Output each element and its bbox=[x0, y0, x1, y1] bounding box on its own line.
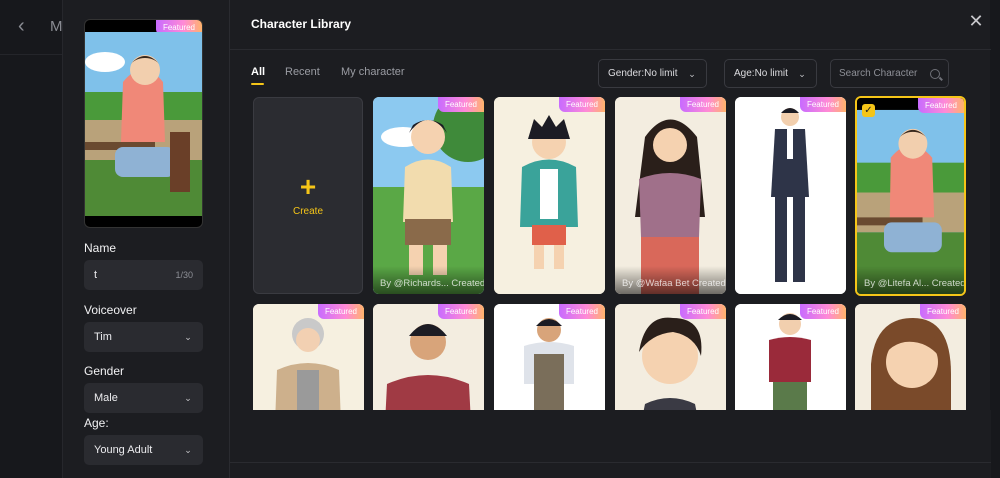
back-arrow-icon[interactable]: ‹ bbox=[18, 16, 38, 36]
character-card[interactable]: Featured bbox=[615, 304, 726, 424]
character-illustration bbox=[494, 97, 605, 294]
gender-select[interactable]: Male ⌄ bbox=[84, 383, 203, 413]
character-illustration bbox=[857, 98, 964, 294]
chevron-down-icon: ⌄ bbox=[798, 68, 806, 79]
name-label: Name bbox=[84, 241, 117, 255]
voiceover-select[interactable]: Tim ⌄ bbox=[84, 322, 203, 352]
card-byline: By @Litefa Al... Created bbox=[857, 266, 964, 294]
character-card[interactable]: Featured bbox=[494, 97, 605, 294]
search-icon[interactable] bbox=[930, 68, 940, 79]
chevron-down-icon: ⌄ bbox=[184, 393, 192, 403]
create-label: Create bbox=[292, 206, 323, 217]
character-illustration bbox=[373, 97, 484, 294]
name-char-count: 1/30 bbox=[175, 270, 193, 280]
gender-value: Male bbox=[94, 392, 118, 404]
voiceover-value: Tim bbox=[94, 331, 112, 343]
gender-filter-dropdown[interactable]: Gender:No limit ⌄ bbox=[598, 59, 707, 88]
character-settings-panel: Featured Name t 1/30 Voiceover Tim ⌄ Gen… bbox=[63, 0, 230, 478]
character-illustration bbox=[615, 97, 726, 294]
featured-badge: Featured bbox=[919, 304, 966, 319]
card-byline: By @Wafaa Bet Created bbox=[615, 266, 726, 294]
modal-title: Character Library bbox=[251, 17, 352, 31]
name-input[interactable]: t 1/30 bbox=[84, 260, 203, 290]
featured-badge: Featured bbox=[317, 304, 364, 319]
character-card[interactable]: Featured bbox=[494, 304, 605, 424]
character-card[interactable]: Featured bbox=[373, 304, 484, 424]
search-input[interactable] bbox=[839, 68, 929, 79]
chevron-down-icon: ⌄ bbox=[184, 332, 192, 342]
background-sidebar bbox=[0, 0, 62, 478]
character-card[interactable]: Featured bbox=[253, 304, 364, 424]
character-card[interactable]: Featured bbox=[735, 97, 846, 294]
age-value: Young Adult bbox=[94, 444, 153, 456]
background-divider bbox=[0, 54, 62, 55]
active-tab-indicator bbox=[251, 83, 264, 85]
character-card[interactable]: Featured By @Wafaa Bet Created bbox=[615, 97, 726, 294]
library-footer bbox=[230, 410, 991, 478]
featured-badge: Featured bbox=[799, 97, 846, 112]
chevron-down-icon: ⌄ bbox=[688, 68, 696, 79]
featured-badge: Featured bbox=[679, 304, 726, 319]
character-card-selected[interactable]: ✓ Featured By @Litefa Al... Created bbox=[855, 96, 966, 296]
plus-icon: + bbox=[299, 171, 317, 202]
age-select[interactable]: Young Adult ⌄ bbox=[84, 435, 203, 465]
featured-badge: Featured bbox=[917, 98, 964, 113]
header-divider bbox=[230, 49, 991, 50]
age-filter-value: Age:No limit bbox=[734, 68, 788, 79]
character-illustration bbox=[735, 97, 846, 294]
character-library-modal: Featured Name t 1/30 Voiceover Tim ⌄ Gen… bbox=[62, 0, 991, 478]
close-icon[interactable]: ✕ bbox=[967, 12, 985, 30]
create-character-button[interactable]: + Create bbox=[253, 97, 363, 294]
voiceover-label: Voiceover bbox=[84, 303, 137, 317]
tab-my-character[interactable]: My character bbox=[341, 66, 405, 78]
name-value: t bbox=[94, 269, 98, 281]
gender-label: Gender bbox=[84, 364, 125, 378]
character-card[interactable]: Featured bbox=[735, 304, 846, 424]
chevron-down-icon: ⌄ bbox=[184, 445, 192, 455]
card-byline bbox=[494, 266, 605, 294]
featured-badge: Featured bbox=[558, 97, 605, 112]
age-filter-dropdown[interactable]: Age:No limit ⌄ bbox=[724, 59, 817, 88]
search-box[interactable] bbox=[830, 59, 949, 88]
footer-divider bbox=[230, 462, 991, 463]
preview-illustration bbox=[85, 32, 202, 216]
character-preview: Featured bbox=[84, 19, 203, 228]
character-card[interactable]: Featured bbox=[855, 304, 966, 424]
featured-badge: Featured bbox=[679, 97, 726, 112]
card-byline: By @Richards... Created bbox=[373, 266, 484, 294]
character-card[interactable]: Featured By @Richards... Created bbox=[373, 97, 484, 294]
tab-all[interactable]: All bbox=[251, 66, 265, 78]
featured-badge: Featured bbox=[799, 304, 846, 319]
selected-check-icon: ✓ bbox=[862, 104, 875, 117]
featured-badge: Featured bbox=[437, 97, 484, 112]
card-byline bbox=[735, 266, 846, 294]
gender-filter-value: Gender:No limit bbox=[608, 68, 678, 79]
featured-badge: Featured bbox=[558, 304, 605, 319]
featured-badge: Featured bbox=[437, 304, 484, 319]
tab-recent[interactable]: Recent bbox=[285, 66, 320, 78]
age-label: Age: bbox=[84, 416, 109, 430]
